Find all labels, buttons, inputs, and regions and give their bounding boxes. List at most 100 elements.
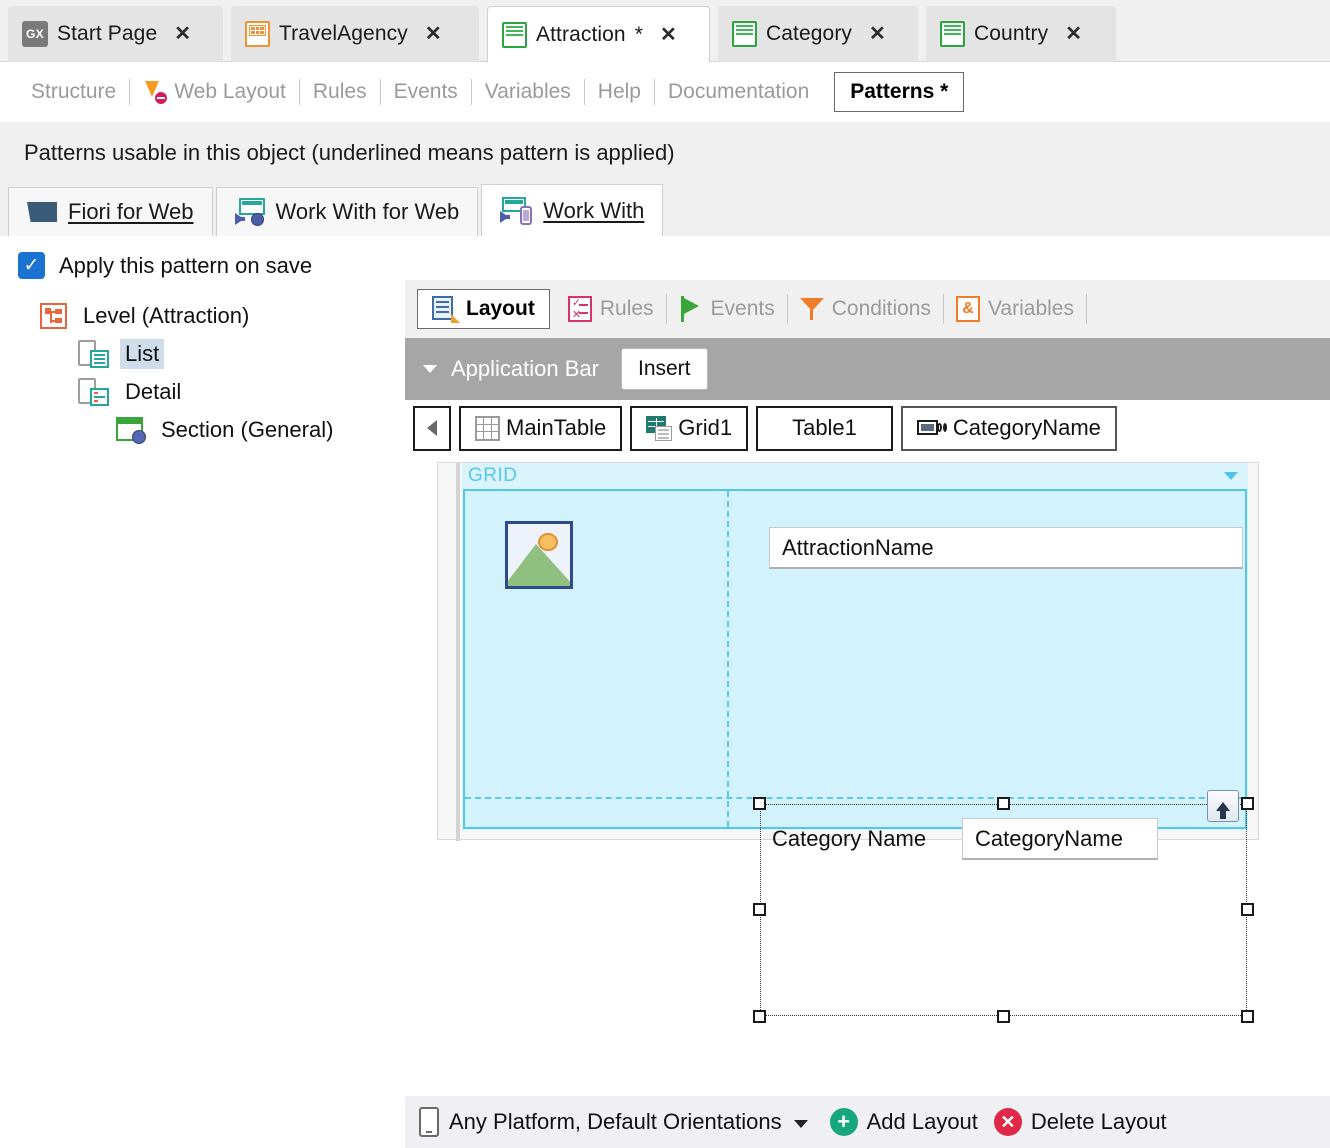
part-label: Rules — [312, 80, 367, 103]
close-icon[interactable]: ✕ — [174, 24, 191, 44]
close-icon[interactable]: ✕ — [660, 25, 677, 45]
divider — [1085, 294, 1087, 324]
grid-body[interactable]: AttractionName Category Name CategoryNam… — [463, 489, 1254, 1023]
fiori-icon — [27, 202, 57, 222]
category-name-label: Category Name — [772, 826, 927, 851]
part-events[interactable]: Events — [381, 80, 471, 104]
breadcrumb-label: CategoryName — [952, 415, 1101, 440]
part-rules[interactable]: Rules — [300, 80, 380, 104]
chevron-down-icon[interactable] — [1224, 472, 1238, 480]
chevron-left-icon — [427, 420, 437, 436]
close-icon[interactable]: ✕ — [1065, 24, 1082, 44]
pattern-tab-fiori-for-web[interactable]: Fiori for Web — [8, 187, 213, 236]
close-icon[interactable]: ✕ — [425, 24, 442, 44]
document-tab-country[interactable]: Country ✕ — [926, 6, 1116, 62]
chevron-down-icon[interactable] — [793, 1120, 808, 1128]
part-structure[interactable]: Structure — [18, 80, 129, 104]
pattern-tab-bar: Fiori for Web Work With for Web Work Wit… — [0, 184, 1330, 236]
web-layout-icon — [143, 80, 168, 104]
apply-pattern-checkbox[interactable]: ✓ — [18, 252, 45, 279]
editor-tab-rules[interactable]: Rules — [556, 296, 666, 322]
platform-selector-label[interactable]: Any Platform, Default Orientations — [449, 1109, 782, 1135]
tree-node-list[interactable]: List — [78, 336, 338, 372]
selected-table-region[interactable]: Category Name CategoryName — [753, 790, 1254, 1023]
application-bar-strip[interactable]: Application Bar Insert — [405, 338, 1330, 400]
application-bar-label: Application Bar — [451, 356, 599, 381]
apply-pattern-on-save-row[interactable]: ✓ Apply this pattern on save — [18, 252, 312, 279]
breadcrumb-item-grid1[interactable]: Grid1 — [630, 405, 749, 451]
part-help[interactable]: Help — [585, 80, 654, 104]
resize-handle-bottom-center[interactable] — [996, 1010, 1010, 1023]
insert-button[interactable]: Insert — [620, 348, 708, 390]
image-placeholder-icon[interactable] — [505, 521, 573, 589]
layout-platform-bar: Any Platform, Default Orientations + Add… — [405, 1096, 1330, 1148]
breadcrumb-collapse-button[interactable] — [413, 405, 451, 451]
chevron-down-icon[interactable] — [423, 365, 437, 373]
pattern-tab-work-with[interactable]: Work With — [481, 184, 664, 236]
grid-container[interactable]: GRID AttractionName Category Name Catego… — [462, 463, 1254, 1023]
editor-tab-conditions[interactable]: Conditions — [788, 296, 943, 322]
breadcrumb-item-table1[interactable]: Table1 — [756, 405, 893, 451]
part-label: Documentation — [668, 80, 810, 103]
part-web-layout[interactable]: Web Layout — [130, 80, 299, 104]
resize-handle-middle-left[interactable] — [753, 903, 766, 916]
resize-handle-top-center[interactable] — [996, 797, 1010, 810]
add-layout-label: Add Layout — [866, 1109, 978, 1134]
attribute-icon — [916, 419, 947, 437]
list-node-icon — [78, 340, 109, 368]
document-tab-label: Country — [974, 22, 1049, 45]
resize-handle-top-left[interactable] — [753, 797, 766, 810]
pattern-tab-label: Work With for Web — [275, 199, 460, 224]
transaction-green-icon — [502, 21, 527, 48]
editor-tab-variables[interactable]: & Variables — [944, 296, 1086, 322]
category-name-field[interactable]: CategoryName — [962, 818, 1158, 860]
tree-node-detail[interactable]: Detail — [78, 374, 338, 410]
part-label: Structure — [31, 80, 117, 103]
editor-tab-events[interactable]: Events — [667, 296, 787, 322]
part-documentation[interactable]: Documentation — [655, 80, 822, 104]
design-canvas[interactable]: GRID AttractionName Category Name Catego… — [437, 462, 1259, 1023]
resize-handle-top-right[interactable] — [1241, 797, 1254, 810]
section-node-icon — [116, 417, 146, 444]
tree-node-level[interactable]: Level (Attraction) — [40, 298, 338, 334]
gx-logo-icon: GX — [22, 21, 48, 47]
move-up-icon[interactable] — [1207, 790, 1239, 822]
editor-tab-layout[interactable]: Layout — [417, 289, 550, 329]
row-splitter — [465, 797, 1245, 799]
device-phone-icon — [419, 1107, 439, 1137]
resize-handle-middle-right[interactable] — [1241, 903, 1254, 916]
document-tab-category[interactable]: Category ✕ — [718, 6, 918, 62]
breadcrumb-item-maintable[interactable]: MainTable — [459, 405, 623, 451]
part-patterns[interactable]: Patterns * — [834, 72, 965, 112]
tree-node-label: Detail — [125, 379, 182, 404]
transaction-green-icon — [940, 21, 965, 47]
add-layout-button[interactable]: + Add Layout — [829, 1108, 978, 1136]
pattern-tab-work-with-for-web[interactable]: Work With for Web — [215, 187, 479, 236]
layout-icon — [432, 296, 460, 323]
tree-node-section[interactable]: Section (General) — [116, 412, 338, 448]
tree-node-label: Level (Attraction) — [83, 303, 250, 328]
resize-handle-bottom-right[interactable] — [1241, 1010, 1254, 1023]
conditions-funnel-icon — [799, 296, 824, 322]
editor-tab-label: Rules — [599, 297, 654, 320]
breadcrumb-item-categoryname[interactable]: CategoryName — [900, 405, 1117, 451]
delete-layout-button[interactable]: ✕ Delete Layout — [993, 1108, 1167, 1136]
transaction-green-icon — [732, 21, 757, 47]
editor-tab-toolbar: Layout Rules Events Conditions & Variabl… — [405, 280, 1330, 338]
close-icon[interactable]: ✕ — [869, 24, 886, 44]
attraction-name-field[interactable]: AttractionName — [769, 527, 1243, 569]
plus-icon: + — [829, 1108, 858, 1136]
part-label: Events — [393, 80, 458, 103]
document-tab-label: Attraction — [536, 22, 626, 46]
level-node-icon — [40, 303, 67, 329]
document-tab-attraction[interactable]: Attraction * ✕ — [487, 6, 710, 62]
detail-node-icon — [78, 378, 109, 406]
pattern-tab-label: Work With — [543, 197, 645, 223]
document-tab-travelagency[interactable]: TravelAgency ✕ — [231, 6, 479, 62]
resize-handle-bottom-left[interactable] — [753, 1010, 766, 1023]
part-variables[interactable]: Variables — [472, 80, 584, 104]
document-tab-start-page[interactable]: GX Start Page ✕ — [8, 6, 223, 62]
breadcrumb-label: Table1 — [792, 415, 857, 440]
editor-tab-label: Layout — [466, 297, 535, 320]
work-with-web-icon — [234, 198, 265, 226]
